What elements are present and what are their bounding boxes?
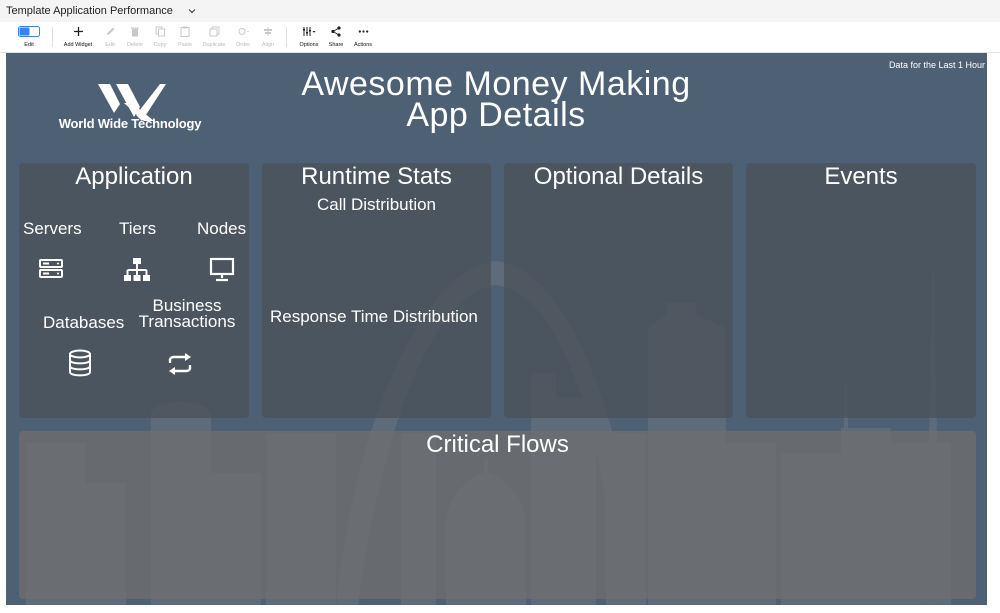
edit-widget-button[interactable]: Edit — [101, 24, 119, 51]
delete-button[interactable]: Delete — [124, 24, 146, 51]
paste-label: Paste — [177, 42, 193, 48]
runtime-stats-title: Runtime Stats — [301, 163, 452, 190]
edit-toggle-label: Edit — [24, 42, 34, 48]
page-title: Awesome Money Making App Details — [266, 67, 726, 134]
add-widget-label: Add Widget — [63, 42, 93, 48]
events-panel[interactable]: Events — [746, 163, 976, 418]
title-bar: Template Application Performance — [0, 0, 1000, 22]
critical-flows-panel[interactable]: Critical Flows — [19, 431, 976, 599]
plus-icon — [73, 24, 84, 39]
duplicate-icon — [209, 24, 220, 39]
order-label: Order — [235, 42, 251, 48]
optional-details-panel[interactable]: Optional Details — [504, 163, 733, 418]
options-label: Options — [299, 42, 319, 48]
options-button[interactable]: Options — [296, 24, 322, 51]
page-title-line-2: App Details — [406, 96, 586, 134]
nodes-label: Nodes — [197, 219, 247, 238]
add-widget-button[interactable]: Add Widget — [62, 24, 94, 51]
order-icon — [237, 24, 250, 39]
share-icon — [330, 24, 343, 39]
application-panel[interactable]: Application Servers Tiers Nodes Database… — [19, 163, 249, 418]
critical-flows-title: Critical Flows — [426, 431, 569, 458]
paste-icon — [180, 24, 190, 39]
copy-button[interactable]: Copy — [151, 24, 169, 51]
duplicate-label: Duplicate — [202, 42, 226, 48]
business-transactions-line-2: Transactions — [138, 312, 236, 331]
toolbar: Edit Add Widget Edit Delete Copy Paste D… — [0, 22, 1000, 53]
pencil-icon — [105, 24, 116, 39]
chevron-down-icon[interactable] — [185, 4, 199, 18]
runtime-stats-panel[interactable]: Runtime Stats Call Distribution Response… — [262, 163, 491, 418]
align-icon — [262, 24, 275, 39]
toggle-icon — [18, 24, 40, 39]
hierarchy-icon[interactable] — [122, 257, 152, 283]
options-icon — [302, 24, 317, 39]
servers-label: Servers — [23, 219, 82, 238]
duplicate-button[interactable]: Duplicate — [201, 24, 227, 51]
order-button[interactable]: Order — [233, 24, 253, 51]
delete-label: Delete — [127, 42, 143, 48]
copy-label: Copy — [153, 42, 167, 48]
server-icon[interactable] — [38, 257, 64, 283]
monitor-icon[interactable] — [209, 257, 235, 283]
actions-label: Actions — [353, 42, 373, 48]
toolbar-divider — [52, 27, 53, 47]
toolbar-divider — [286, 27, 287, 47]
response-time-distribution-label: Response Time Distribution — [270, 307, 478, 326]
paste-button[interactable]: Paste — [175, 24, 195, 51]
edit-widget-label: Edit — [105, 42, 115, 48]
edit-toggle-button[interactable]: Edit — [16, 24, 42, 51]
actions-button[interactable]: Actions — [352, 24, 374, 51]
more-icon — [358, 24, 369, 39]
optional-details-title: Optional Details — [533, 163, 704, 190]
align-button[interactable]: Align — [258, 24, 278, 51]
logo-text: World Wide Technology — [58, 116, 202, 131]
application-panel-title: Application — [75, 163, 193, 190]
repeat-icon[interactable] — [166, 351, 194, 377]
database-icon[interactable] — [67, 349, 93, 377]
share-button[interactable]: Share — [326, 24, 346, 51]
align-label: Align — [261, 42, 275, 48]
call-distribution-label: Call Distribution — [316, 195, 437, 214]
share-label: Share — [328, 42, 344, 48]
dashboard-title[interactable]: Template Application Performance — [6, 5, 173, 17]
databases-label: Databases — [43, 313, 125, 332]
business-transactions-label: Business Transactions — [137, 297, 237, 331]
data-range-label: Data for the Last 1 Hour — [888, 60, 985, 70]
tiers-label: Tiers — [119, 219, 157, 238]
dashboard-canvas: Data for the Last 1 Hour World Wide Tech… — [6, 53, 987, 605]
events-title: Events — [824, 163, 898, 190]
copy-icon — [155, 24, 166, 39]
trash-icon — [130, 24, 140, 39]
